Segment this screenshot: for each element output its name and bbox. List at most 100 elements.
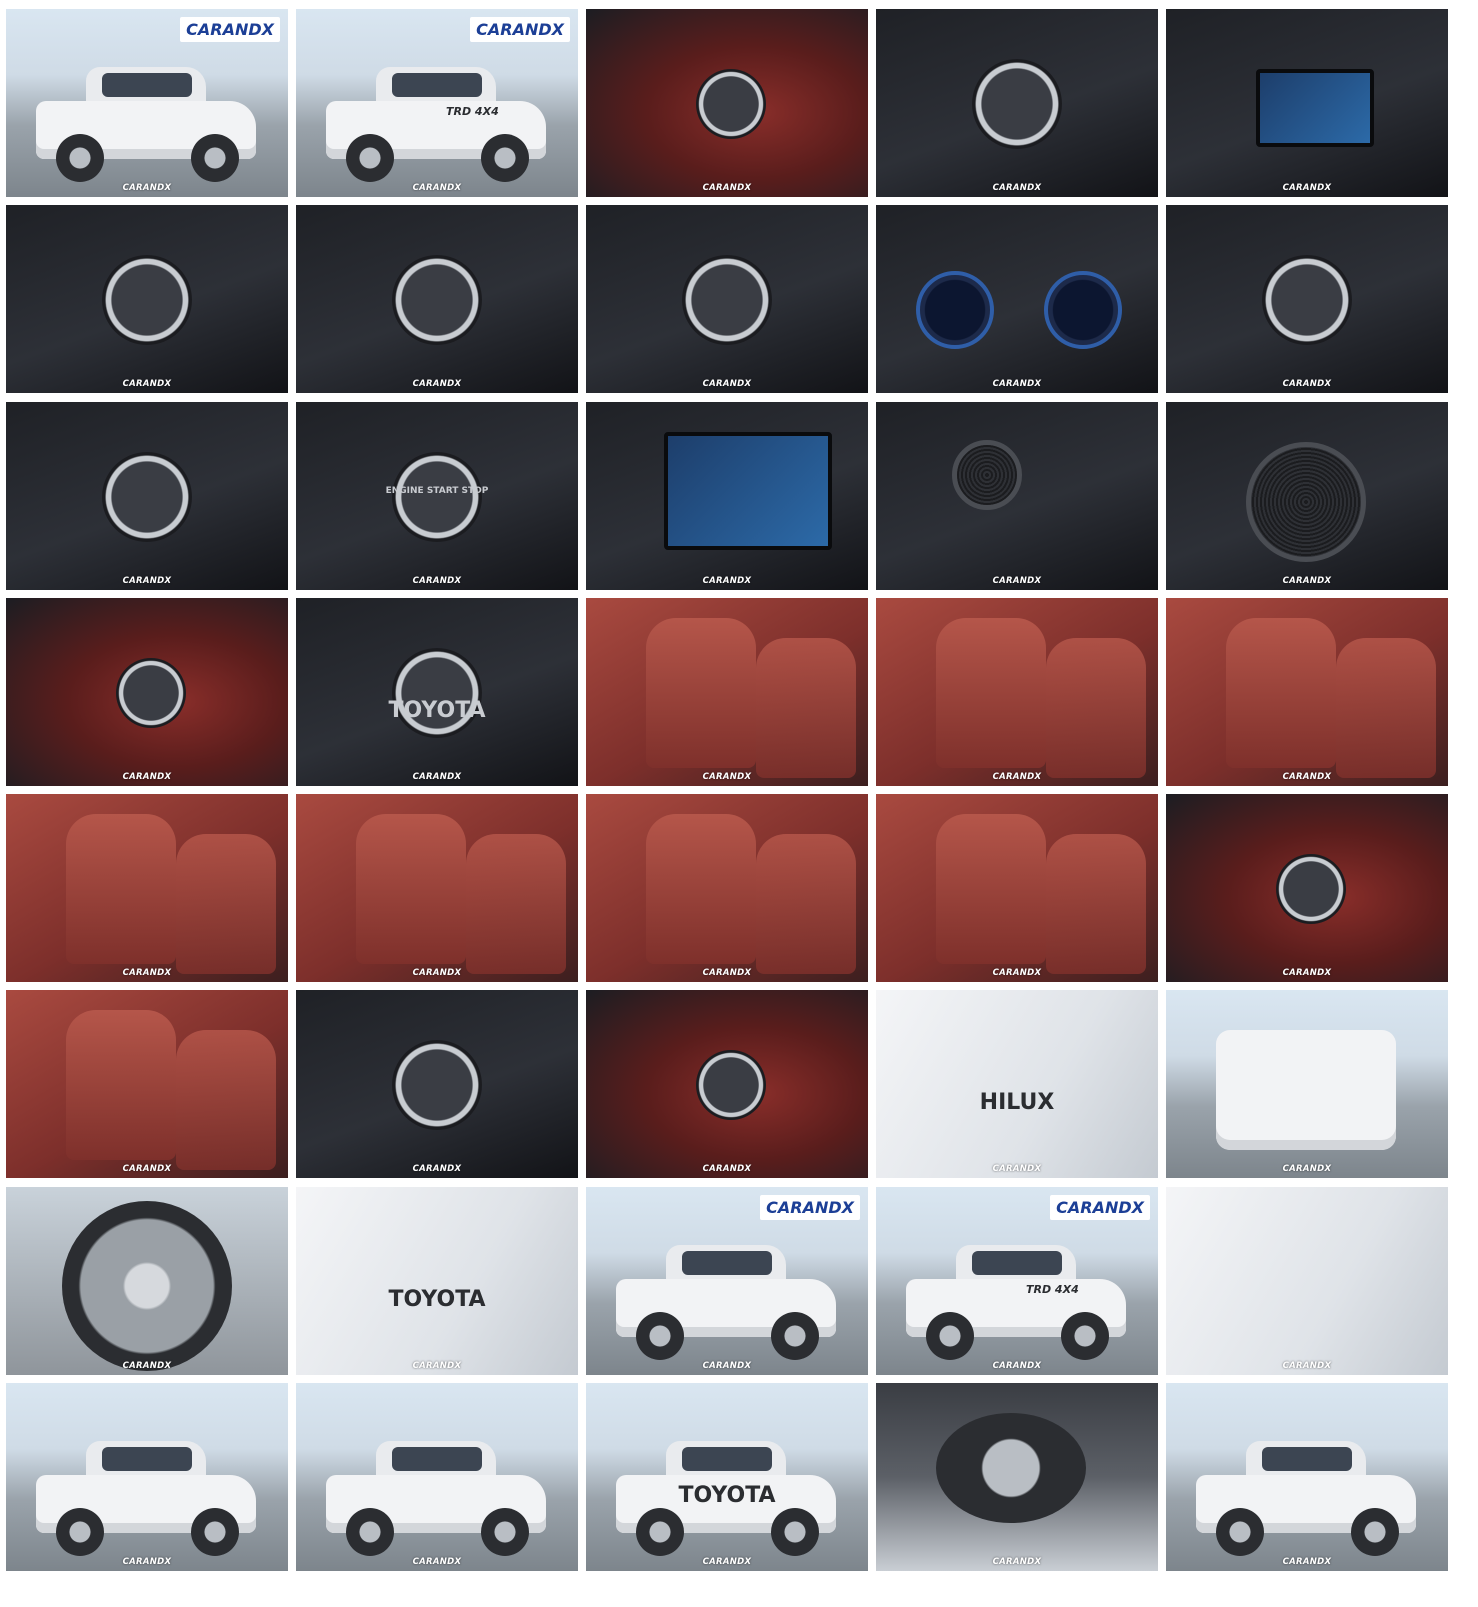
photo-text-label: HILUX (979, 1090, 1055, 1116)
rear-tire (191, 134, 239, 182)
front-tire (1216, 1508, 1264, 1557)
gallery-thumbnail-front-three-quarter-left[interactable]: CARANDX (6, 1383, 288, 1572)
control-knob (972, 59, 1062, 149)
gallery-thumbnail-side-profile[interactable]: CARANDX CARANDX (586, 1186, 868, 1375)
gallery-thumbnail-underbody-spare-tire[interactable]: CARANDX (876, 1383, 1158, 1572)
control-knob (102, 451, 192, 542)
watermark-logo: CARANDX (992, 379, 1042, 390)
seat-back (466, 834, 566, 975)
front-tire (926, 1311, 974, 1360)
gallery-thumbnail-front-seats[interactable]: CARANDX (876, 597, 1158, 786)
tachometer-gauge (916, 271, 994, 350)
gallery-thumbnail-rear-three-quarter-right[interactable]: CARANDX (296, 1383, 578, 1572)
seat-back (646, 617, 756, 768)
control-knob (102, 255, 192, 346)
seat-back (356, 814, 466, 965)
seat-back (1046, 637, 1146, 778)
gallery-thumbnail-cabin-from-rear[interactable]: CARANDX (6, 990, 288, 1179)
speedometer-gauge (1044, 271, 1122, 350)
watermark-logo: CARANDX (412, 379, 462, 390)
watermark-logo: CARANDX (122, 575, 172, 586)
gallery-thumbnail-cruise-control-stalk[interactable]: CARANDX (586, 205, 868, 394)
watermark-logo: CARANDX (1282, 1164, 1332, 1175)
gallery-thumbnail-front-seat-detail[interactable]: CARANDX (586, 597, 868, 786)
seat-back (176, 834, 276, 975)
seat-back (936, 814, 1046, 965)
gallery-thumbnail-door-window-switches[interactable]: CARANDX (6, 597, 288, 786)
control-knob (392, 647, 482, 738)
gallery-thumbnail-engine-start-stop-button[interactable]: ENGINE START STOP CARANDX (296, 401, 578, 590)
watermark-logo: CARANDX (1282, 968, 1332, 979)
watermark-logo: CARANDX (412, 1557, 462, 1568)
truck-window (682, 1447, 772, 1472)
watermark-logo: CARANDX (122, 1360, 172, 1371)
gallery-thumbnail-door-panel-interior[interactable]: CARANDX (1166, 794, 1448, 983)
watermark-logo: CARANDX (702, 968, 752, 979)
seat-back (66, 1010, 176, 1161)
rear-tire (191, 1508, 239, 1557)
control-knob (392, 255, 482, 346)
gallery-thumbnail-center-console-screen[interactable]: CARANDX (1166, 9, 1448, 197)
gallery-thumbnail-exterior-front-three-quarter[interactable]: CARANDX CARANDX (6, 9, 288, 197)
gallery-thumbnail-headlight-switch-and-knob[interactable]: CARANDX (6, 401, 288, 590)
gallery-thumbnail-infotainment-screen[interactable]: CARANDX (586, 401, 868, 590)
gallery-thumbnail-rear-quarter-decal[interactable]: CARANDX TRD 4X4 CARANDX (876, 1186, 1158, 1375)
gallery-thumbnail-door-sill-plate[interactable]: TOYOTA CARANDX (296, 597, 578, 786)
gallery-thumbnail-front-grille-headlight[interactable]: CARANDX (1166, 1186, 1448, 1375)
gallery-thumbnail-tailgate[interactable]: TOYOTA CARANDX (296, 1186, 578, 1375)
photo-background (876, 990, 1158, 1179)
gallery-thumbnail-center-armrest[interactable]: CARANDX (586, 794, 868, 983)
gallery-thumbnail-wheel-closeup[interactable]: CARANDX (6, 1186, 288, 1375)
dealer-sign: CARANDX (180, 17, 280, 42)
seat-back (1226, 617, 1336, 768)
gallery-thumbnail-rear-ac-vents[interactable]: CARANDX (586, 990, 868, 1179)
touch-screen (1256, 69, 1374, 147)
gallery-thumbnail-front-three-quarter-lot[interactable]: CARANDX (1166, 1383, 1448, 1572)
gallery-thumbnail-gear-shifter-top[interactable]: CARANDX (876, 9, 1158, 197)
truck-window (392, 73, 482, 97)
watermark-logo: CARANDX (412, 1164, 462, 1175)
gallery-thumbnail-front-view[interactable]: CARANDX (1166, 990, 1448, 1179)
photo-background (876, 401, 1158, 590)
gallery-thumbnail-rear-armrest-cupholder[interactable]: CARANDX (296, 794, 578, 983)
watermark-logo: CARANDX (702, 183, 752, 193)
watermark-logo: CARANDX (992, 575, 1042, 586)
photo-gallery-grid: CARANDX CARANDX CARANDX TRD 4X4 CARANDX CARAN… (6, 9, 1448, 1572)
watermark-logo: CARANDX (1282, 1360, 1332, 1371)
watermark-logo: CARANDX (122, 968, 172, 979)
spare-tire (936, 1413, 1086, 1524)
gallery-thumbnail-hilux-fender-badge[interactable]: HILUX CARANDX (876, 990, 1158, 1179)
control-knob (1262, 255, 1352, 346)
gallery-thumbnail-climate-controls[interactable]: CARANDX (1166, 205, 1448, 394)
front-tire (636, 1508, 684, 1557)
photo-text-label: TOYOTA (388, 1286, 486, 1312)
truck-front (1216, 1030, 1396, 1151)
gallery-thumbnail-door-speaker[interactable]: CARANDX (1166, 401, 1448, 590)
gallery-thumbnail-rear-seats[interactable]: CARANDX (1166, 597, 1448, 786)
watermark-logo: CARANDX (702, 379, 752, 390)
control-knob (682, 255, 772, 346)
front-tire (56, 1508, 104, 1557)
gallery-thumbnail-exterior-rear-three-quarter[interactable]: CARANDX TRD 4X4 CARANDX (296, 9, 578, 197)
gallery-thumbnail-rear-cabin-view[interactable]: CARANDX (6, 794, 288, 983)
gallery-thumbnail-steering-wheel-left-controls[interactable]: CARANDX (6, 205, 288, 394)
gallery-thumbnail-steering-wheel[interactable]: CARANDX (296, 990, 578, 1179)
gallery-thumbnail-rear-seat-side[interactable]: CARANDX (876, 794, 1158, 983)
front-tire (346, 134, 394, 182)
seat-back (176, 1030, 276, 1171)
watermark-logo: CARANDX (412, 771, 462, 782)
gallery-thumbnail-dash-speaker-and-vent[interactable]: CARANDX (876, 401, 1158, 590)
rear-tire (481, 134, 529, 182)
watermark-logo: CARANDX (702, 771, 752, 782)
wheel-rim (62, 1200, 232, 1371)
gallery-thumbnail-instrument-cluster[interactable]: CARANDX (876, 205, 1158, 394)
truck-window (682, 1250, 772, 1275)
photo-background (1166, 1186, 1448, 1375)
truck-window (102, 1447, 192, 1472)
gallery-thumbnail-gear-shifter-closeup[interactable]: CARANDX (586, 9, 868, 197)
gallery-thumbnail-rear-three-quarter-left[interactable]: TOYOTA CARANDX (586, 1383, 868, 1572)
watermark-logo: CARANDX (122, 771, 172, 782)
gallery-thumbnail-steering-wheel-right-controls[interactable]: CARANDX (296, 205, 578, 394)
watermark-logo: CARANDX (992, 183, 1042, 193)
control-knob (392, 1040, 482, 1131)
